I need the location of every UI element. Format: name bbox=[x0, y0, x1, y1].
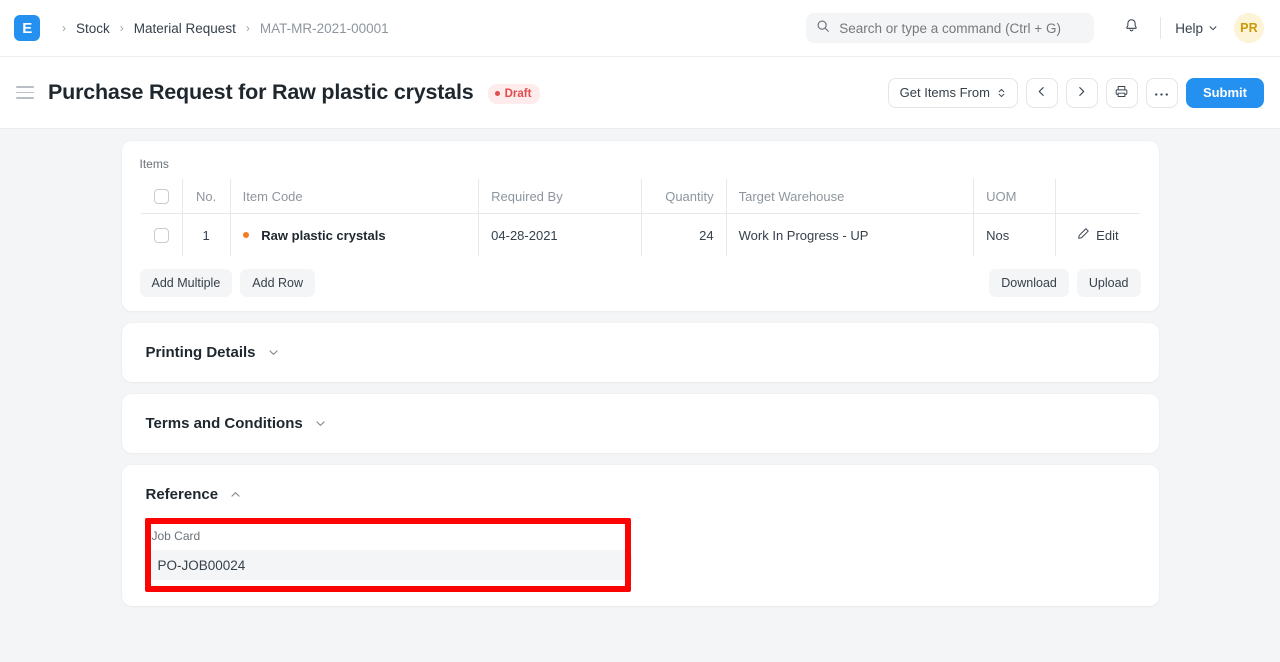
chevron-down-icon bbox=[314, 417, 327, 430]
download-button[interactable]: Download bbox=[989, 269, 1069, 297]
printer-icon bbox=[1114, 84, 1129, 102]
cell-target-warehouse[interactable]: Work In Progress - UP bbox=[726, 214, 973, 257]
submit-button[interactable]: Submit bbox=[1186, 78, 1264, 108]
section-title-reference: Reference bbox=[146, 486, 219, 503]
chevron-left-icon bbox=[1035, 85, 1048, 101]
get-items-from-label: Get Items From bbox=[900, 85, 990, 100]
terms-and-conditions-card: Terms and Conditions bbox=[122, 394, 1159, 453]
status-badge: Draft bbox=[488, 84, 541, 104]
bell-icon bbox=[1123, 17, 1140, 39]
cell-item-code-value: Raw plastic crystals bbox=[261, 228, 385, 243]
more-actions-button[interactable] bbox=[1146, 78, 1178, 108]
breadcrumb-item-document-id: MAT-MR-2021-00001 bbox=[260, 21, 389, 36]
edit-row-button[interactable]: Edit bbox=[1077, 227, 1118, 243]
section-toggle-reference[interactable]: Reference bbox=[122, 465, 1159, 524]
column-header-required-by: Required By bbox=[479, 179, 642, 214]
job-card-input[interactable]: PO-JOB00024 bbox=[146, 550, 632, 580]
status-badge-label: Draft bbox=[505, 88, 532, 100]
select-arrows-icon bbox=[997, 87, 1006, 99]
breadcrumb-separator: › bbox=[112, 21, 132, 35]
job-card-field: Job Card PO-JOB00024 bbox=[146, 524, 632, 580]
items-card: Items No. Item Code Required By Quantity… bbox=[122, 141, 1159, 311]
search-input[interactable]: Search or type a command (Ctrl + G) bbox=[806, 13, 1094, 43]
navbar-right-group: Search or type a command (Ctrl + G) Help… bbox=[806, 0, 1264, 56]
search-icon bbox=[816, 19, 830, 38]
cell-edit: Edit bbox=[1056, 214, 1140, 257]
breadcrumb: › Stock › Material Request › MAT-MR-2021… bbox=[54, 21, 389, 36]
avatar[interactable]: PR bbox=[1234, 13, 1264, 43]
notifications-button[interactable] bbox=[1116, 13, 1146, 43]
app-logo[interactable]: E bbox=[14, 15, 40, 41]
table-row[interactable]: 1 Raw plastic crystals 04-28-2021 24 Wor… bbox=[140, 214, 1140, 257]
select-all-checkbox[interactable] bbox=[154, 189, 169, 204]
pencil-icon bbox=[1077, 227, 1090, 243]
column-header-target-warehouse: Target Warehouse bbox=[726, 179, 973, 214]
chevron-down-icon bbox=[1208, 21, 1218, 36]
items-label: Items bbox=[140, 157, 1141, 171]
cell-quantity[interactable]: 24 bbox=[642, 214, 726, 257]
search-placeholder: Search or type a command (Ctrl + G) bbox=[839, 21, 1061, 36]
page-actions: Get Items From bbox=[888, 78, 1264, 108]
table-actions: Add Multiple Add Row Download Upload bbox=[140, 269, 1141, 297]
chevron-right-icon bbox=[1075, 85, 1088, 101]
status-dot-icon bbox=[495, 91, 500, 96]
reference-section-body: Job Card PO-JOB00024 bbox=[122, 524, 1159, 606]
help-menu[interactable]: Help bbox=[1175, 21, 1218, 36]
add-multiple-button[interactable]: Add Multiple bbox=[140, 269, 233, 297]
column-header-item-code: Item Code bbox=[230, 179, 478, 214]
ellipsis-icon bbox=[1154, 85, 1169, 100]
section-title-printing-details: Printing Details bbox=[146, 344, 256, 361]
section-toggle-terms-and-conditions[interactable]: Terms and Conditions bbox=[122, 394, 1159, 453]
select-all-header bbox=[140, 179, 182, 214]
breadcrumb-separator: › bbox=[54, 21, 74, 35]
column-header-actions bbox=[1056, 179, 1140, 214]
table-header-row: No. Item Code Required By Quantity Targe… bbox=[140, 179, 1140, 214]
column-header-uom: UOM bbox=[974, 179, 1056, 214]
breadcrumb-separator: › bbox=[238, 21, 258, 35]
upload-button[interactable]: Upload bbox=[1077, 269, 1141, 297]
next-document-button[interactable] bbox=[1066, 78, 1098, 108]
page-title: Purchase Request for Raw plastic crystal… bbox=[48, 80, 474, 105]
reference-card: Reference Job Card PO-JOB00024 bbox=[122, 465, 1159, 606]
breadcrumb-item-stock[interactable]: Stock bbox=[76, 21, 110, 36]
page-header: Purchase Request for Raw plastic crystal… bbox=[0, 57, 1280, 129]
printing-details-card: Printing Details bbox=[122, 323, 1159, 382]
top-navbar: E › Stock › Material Request › MAT-MR-20… bbox=[0, 0, 1280, 57]
cell-no: 1 bbox=[182, 214, 230, 257]
item-status-dot-icon bbox=[243, 232, 249, 238]
previous-document-button[interactable] bbox=[1026, 78, 1058, 108]
print-button[interactable] bbox=[1106, 78, 1138, 108]
get-items-from-button[interactable]: Get Items From bbox=[888, 78, 1018, 108]
column-header-no: No. bbox=[182, 179, 230, 214]
job-card-label: Job Card bbox=[146, 524, 632, 550]
edit-label: Edit bbox=[1096, 228, 1118, 243]
section-title-terms-and-conditions: Terms and Conditions bbox=[146, 415, 303, 432]
chevron-up-icon bbox=[229, 488, 242, 501]
items-table: No. Item Code Required By Quantity Targe… bbox=[140, 178, 1141, 257]
help-label: Help bbox=[1175, 21, 1203, 36]
chevron-down-icon bbox=[267, 346, 280, 359]
column-header-quantity: Quantity bbox=[642, 179, 726, 214]
row-checkbox[interactable] bbox=[154, 228, 169, 243]
breadcrumb-item-material-request[interactable]: Material Request bbox=[134, 21, 236, 36]
add-row-button[interactable]: Add Row bbox=[240, 269, 315, 297]
cell-uom[interactable]: Nos bbox=[974, 214, 1056, 257]
sidebar-toggle-icon[interactable] bbox=[16, 86, 34, 99]
cell-item-code[interactable]: Raw plastic crystals bbox=[230, 214, 478, 257]
section-toggle-printing-details[interactable]: Printing Details bbox=[122, 323, 1159, 382]
page-body: Items No. Item Code Required By Quantity… bbox=[0, 129, 1280, 662]
cell-required-by[interactable]: 04-28-2021 bbox=[479, 214, 642, 257]
navbar-divider bbox=[1160, 17, 1161, 39]
row-select-cell bbox=[140, 214, 182, 257]
